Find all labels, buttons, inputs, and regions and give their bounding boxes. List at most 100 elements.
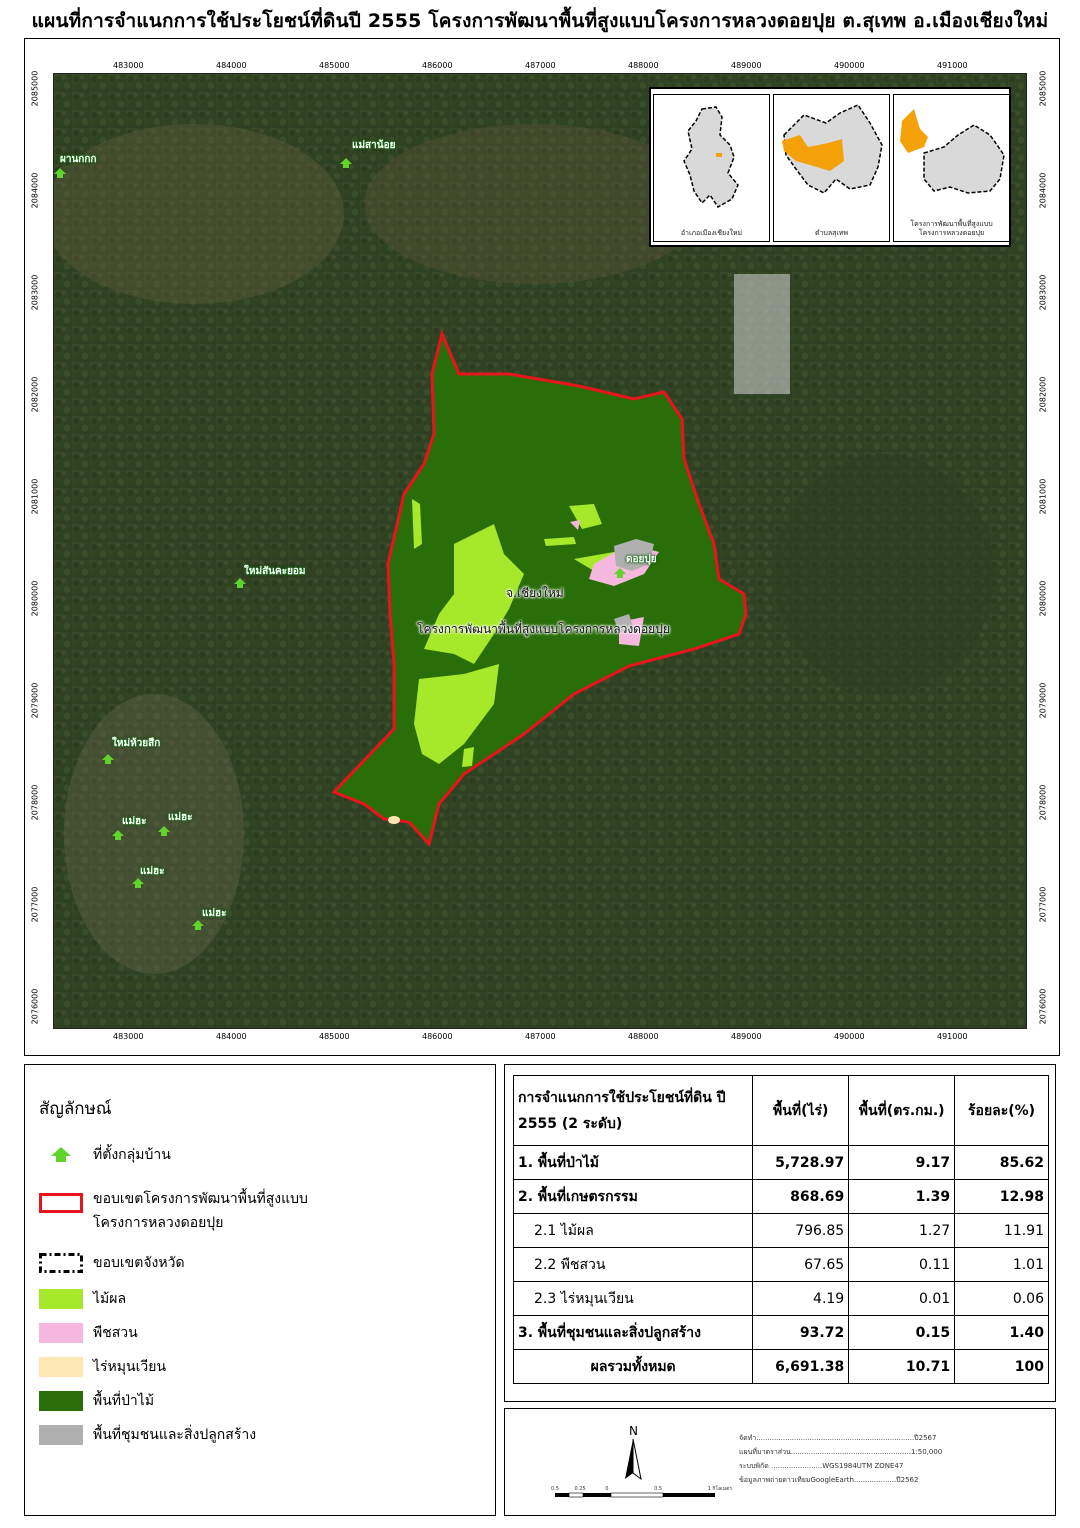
scale-bar-icon xyxy=(555,1492,715,1498)
locator-insets: อำเภอเมืองเชียงใหม่ ตำบลสุเทพ โครงการพัฒ… xyxy=(649,87,1011,247)
table-row: 2. พื้นที่เกษตรกรรม 868.69 1.39 12.98 xyxy=(512,1179,1049,1214)
village-label: ใหม่สันคะยอม xyxy=(244,566,306,577)
row-rai: 6,691.38 xyxy=(752,1349,850,1384)
easting-tick-label: 488000 xyxy=(628,61,659,70)
village-label: แม่ฮะ xyxy=(168,812,193,823)
horticulture-swatch xyxy=(39,1323,83,1343)
village-label: ดอยปุย xyxy=(626,554,657,565)
legend-item-forest: พื้นที่ป่าไม้ xyxy=(39,1389,154,1413)
northing-tick-label: 2084000 xyxy=(1038,172,1048,209)
land-use-table-box: การจำแนกการใช้ประโยชน์ที่ดิน ปี 2555 (2 … xyxy=(504,1064,1056,1402)
legend-title: สัญลักษณ์ xyxy=(39,1099,112,1119)
col-header: ร้อยละ(%) xyxy=(954,1075,1049,1146)
northing-tick-label: 2076000 xyxy=(30,988,40,1025)
legend-label: โครงการหลวงดอยปุย xyxy=(93,1215,224,1231)
northing-tick-label: 2082000 xyxy=(30,376,40,413)
row-name: 2.1 ไม้ผล xyxy=(512,1213,754,1248)
community-swatch xyxy=(39,1425,83,1445)
northing-tick-label: 2077000 xyxy=(1038,886,1048,923)
north-label: N xyxy=(629,1424,638,1438)
legend-item-horticulture: พืชสวน xyxy=(39,1321,138,1345)
map-frame: 483000 483000 484000 484000 485000 485000 4860… xyxy=(24,38,1060,1056)
easting-tick-label: 490000 xyxy=(834,1032,865,1041)
legend-item-community: พื้นที่ชุมชนและสิ่งปลูกสร้าง xyxy=(39,1423,256,1447)
row-sqkm: 0.11 xyxy=(848,1247,956,1282)
land-use-table: การจำแนกการใช้ประโยชน์ที่ดิน ปี 2555 (2 … xyxy=(512,1075,1049,1384)
easting-tick-label: 489000 xyxy=(731,61,762,70)
row-rai: 4.19 xyxy=(752,1281,850,1316)
inset-caption: ตำบลสุเทพ xyxy=(814,229,849,237)
project-outline xyxy=(900,109,1005,194)
legend-label: ไม้ผล xyxy=(93,1291,127,1307)
table-row: 3. พื้นที่ชุมชนและสิ่งปลูกสร้าง 93.72 0.… xyxy=(512,1315,1049,1350)
row-rai: 796.85 xyxy=(752,1213,850,1248)
northing-tick-label: 2082000 xyxy=(1038,376,1048,413)
northing-tick-label: 2081000 xyxy=(1038,478,1048,515)
legend-item-project-boundary: ขอบเขตโครงการพัฒนาพื้นที่สูงแบบ โครงการห… xyxy=(39,1187,308,1235)
credits-box: N 0.5 0.25 0 0.5 1 กิโลเมตร จัดทำ.......… xyxy=(504,1408,1056,1516)
inset-caption: อำเภอเมืองเชียงใหม่ xyxy=(680,229,743,237)
credit-line: ระบบพิกัด .......................WGS1984… xyxy=(739,1462,904,1470)
northing-tick-label: 2079000 xyxy=(30,682,40,719)
northing-tick-label: 2081000 xyxy=(30,478,40,515)
village-icon xyxy=(51,1147,71,1162)
table-header-row: การจำแนกการใช้ประโยชน์ที่ดิน ปี 2555 (2 … xyxy=(512,1075,1049,1146)
credit-lines: จัดทำ...................................… xyxy=(739,1431,942,1487)
row-name: 1. พื้นที่ป่าไม้ xyxy=(512,1145,754,1180)
scale-label: 0 xyxy=(605,1486,609,1492)
col-header: การจำแนกการใช้ประโยชน์ที่ดิน ปี 2555 (2 … xyxy=(512,1075,754,1146)
legend-item-province-boundary: ขอบเขตจังหวัด xyxy=(39,1251,185,1275)
easting-tick-label: 490000 xyxy=(834,61,865,70)
legend-item-village: ที่ตั้งกลุ่มบ้าน xyxy=(39,1143,171,1167)
row-sqkm: 0.15 xyxy=(848,1315,956,1350)
easting-tick-label: 489000 xyxy=(731,1032,762,1041)
inset-project: โครงการพัฒนาพื้นที่สูงแบบ โครงการหลวงดอย… xyxy=(893,94,1010,242)
row-pct: 85.62 xyxy=(954,1145,1049,1180)
credit-line: แผนที่มาตราส่วน.........................… xyxy=(739,1448,943,1456)
easting-tick-label: 487000 xyxy=(525,61,556,70)
row-name: 3. พื้นที่ชุมชนและสิ่งปลูกสร้าง xyxy=(512,1315,754,1350)
village-label: แม่ฮะ xyxy=(140,866,165,877)
row-name: 2.2 พืชสวน xyxy=(512,1247,754,1282)
easting-tick-label: 487000 xyxy=(525,1032,556,1041)
row-sqkm: 1.27 xyxy=(848,1213,956,1248)
easting-tick-label: 484000 xyxy=(216,61,247,70)
village-label: ใหม่ห้วยสีก xyxy=(112,738,161,749)
dashed-boundary-icon xyxy=(39,1253,83,1273)
easting-tick-label: 485000 xyxy=(319,61,350,70)
legend-label: ไร่หมุนเวียน xyxy=(93,1359,167,1375)
easting-tick-label: 484000 xyxy=(216,1032,247,1041)
legend-label: ขอบเขตโครงการพัฒนาพื้นที่สูงแบบ xyxy=(93,1191,308,1207)
northing-tick-label: 2077000 xyxy=(30,886,40,923)
row-name: ผลรวมทั้งหมด xyxy=(512,1349,754,1384)
legend-label: ขอบเขตจังหวัด xyxy=(93,1255,185,1271)
project-label: โครงการพัฒนาพื้นที่สูงแบบโครงการหลวงดอยป… xyxy=(417,622,670,636)
scale-label: 0.5 xyxy=(654,1486,663,1492)
legend-label: พื้นที่ชุมชนและสิ่งปลูกสร้าง xyxy=(93,1427,257,1443)
table-row: 1. พื้นที่ป่าไม้ 5,728.97 9.17 85.62 xyxy=(512,1145,1049,1180)
row-rai: 868.69 xyxy=(752,1179,850,1214)
easting-tick-label: 483000 xyxy=(113,1032,144,1041)
northing-tick-label: 2085000 xyxy=(1038,70,1048,107)
legend-item-shifting-cultivation: ไร่หมุนเวียน xyxy=(39,1355,166,1379)
village-label: แม่สาน้อย xyxy=(352,140,396,151)
easting-tick-label: 485000 xyxy=(319,1032,350,1041)
shifting-cultivation-swatch xyxy=(39,1357,83,1377)
easting-tick-label: 491000 xyxy=(937,61,968,70)
legend-label: พื้นที่ป่าไม้ xyxy=(93,1393,155,1409)
row-pct: 12.98 xyxy=(954,1179,1049,1214)
row-rai: 5,728.97 xyxy=(752,1145,850,1180)
row-sqkm: 10.71 xyxy=(848,1349,956,1384)
fruit-swatch xyxy=(39,1289,83,1309)
northing-tick-label: 2083000 xyxy=(30,274,40,311)
red-boundary-icon xyxy=(39,1193,83,1213)
northing-tick-label: 2084000 xyxy=(30,172,40,209)
north-arrow-icon xyxy=(625,1439,633,1479)
northing-tick-label: 2078000 xyxy=(30,784,40,821)
table-row: 2.3 ไร่หมุนเวียน 4.19 0.01 0.06 xyxy=(512,1281,1049,1316)
northing-tick-label: 2080000 xyxy=(1038,580,1048,617)
village-label: แม่ฮะ xyxy=(202,908,227,919)
row-pct: 1.40 xyxy=(954,1315,1049,1350)
legend: สัญลักษณ์ ที่ตั้งกลุ่มบ้าน ขอบเขตโครงการ… xyxy=(24,1064,496,1516)
row-sqkm: 9.17 xyxy=(848,1145,956,1180)
